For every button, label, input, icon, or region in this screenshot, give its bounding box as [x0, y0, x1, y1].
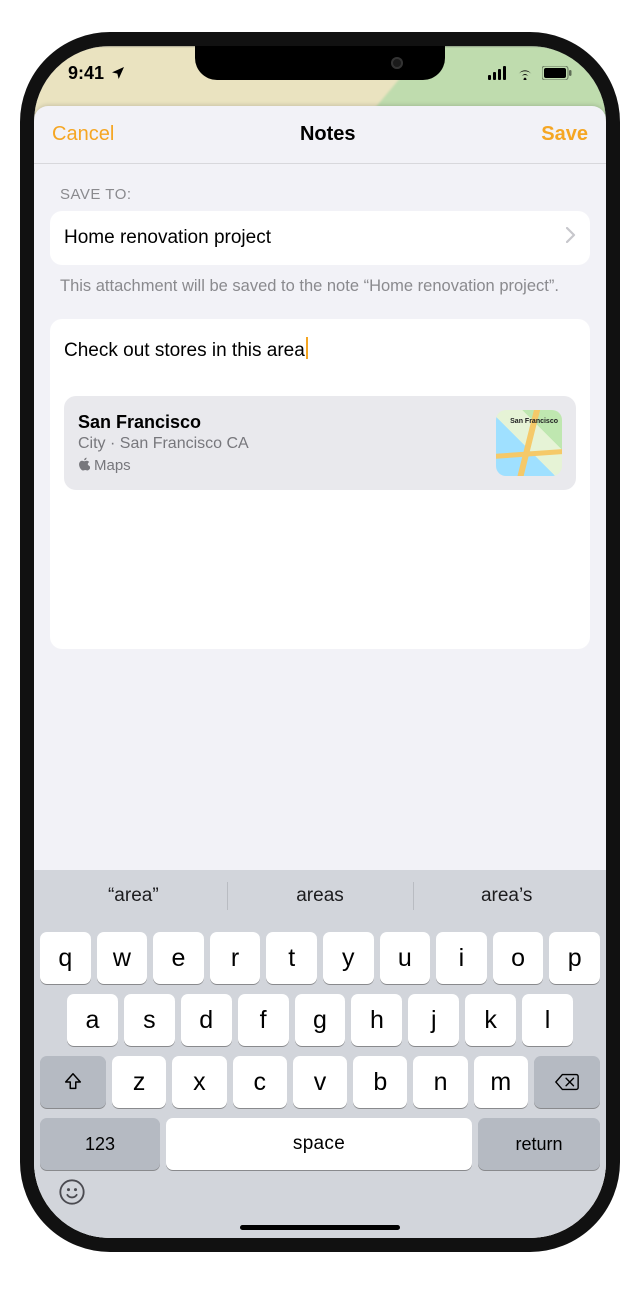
apple-logo-icon — [78, 457, 90, 475]
battery-icon — [542, 66, 572, 80]
key-m[interactable]: m — [474, 1056, 528, 1108]
prediction-3[interactable]: area’s — [413, 870, 600, 922]
note-compose-card[interactable]: Check out stores in this area San Franci… — [50, 319, 590, 649]
attachment-map-thumbnail: San Francisco — [496, 410, 562, 476]
destination-note-picker[interactable]: Home renovation project — [50, 211, 590, 265]
keyboard: “area” areas area’s q w e r t y u i o p — [34, 870, 606, 1238]
attachment-title: San Francisco — [78, 412, 249, 433]
cellular-signal-icon — [488, 66, 508, 80]
key-n[interactable]: n — [413, 1056, 467, 1108]
key-l[interactable]: l — [522, 994, 573, 1046]
chevron-right-icon — [566, 227, 576, 249]
emoji-key[interactable] — [58, 1178, 86, 1213]
home-indicator[interactable] — [240, 1225, 400, 1230]
attachment-source: Maps — [94, 457, 131, 474]
backspace-icon — [554, 1072, 580, 1092]
space-key-label: space — [293, 1133, 345, 1155]
key-d[interactable]: d — [181, 994, 232, 1046]
space-key[interactable]: space — [166, 1118, 472, 1170]
key-o[interactable]: o — [493, 932, 544, 984]
key-y[interactable]: y — [323, 932, 374, 984]
share-sheet: Cancel Notes Save SAVE TO: Home renovati… — [34, 106, 606, 1238]
destination-note-value: Home renovation project — [64, 227, 271, 249]
location-services-icon — [110, 65, 126, 81]
shift-key[interactable] — [40, 1056, 106, 1108]
save-button[interactable]: Save — [541, 123, 588, 146]
emoji-icon — [58, 1178, 86, 1206]
status-time: 9:41 — [68, 63, 104, 84]
key-j[interactable]: j — [408, 994, 459, 1046]
iphone-device-frame: 9:41 Cancel Notes — [20, 32, 620, 1252]
prediction-bar: “area” areas area’s — [40, 870, 600, 922]
key-v[interactable]: v — [293, 1056, 347, 1108]
maps-attachment-card[interactable]: San Francisco City · San Francisco CA Ma… — [64, 396, 576, 490]
key-k[interactable]: k — [465, 994, 516, 1046]
key-q[interactable]: q — [40, 932, 91, 984]
key-a[interactable]: a — [67, 994, 118, 1046]
key-z[interactable]: z — [112, 1056, 166, 1108]
return-key[interactable]: return — [478, 1118, 600, 1170]
helper-text: This attachment will be saved to the not… — [50, 265, 590, 297]
numbers-key[interactable]: 123 — [40, 1118, 160, 1170]
key-f[interactable]: f — [238, 994, 289, 1046]
keyboard-row-1: q w e r t y u i o p — [40, 932, 600, 984]
cancel-button[interactable]: Cancel — [52, 123, 114, 146]
key-w[interactable]: w — [97, 932, 148, 984]
backspace-key[interactable] — [534, 1056, 600, 1108]
sheet-title: Notes — [300, 123, 356, 146]
keyboard-row-3: z x c v b n m — [40, 1056, 600, 1108]
wifi-icon — [515, 66, 535, 80]
key-i[interactable]: i — [436, 932, 487, 984]
prediction-2[interactable]: areas — [227, 870, 414, 922]
status-bar: 9:41 — [34, 46, 606, 100]
key-h[interactable]: h — [351, 994, 402, 1046]
key-e[interactable]: e — [153, 932, 204, 984]
key-g[interactable]: g — [295, 994, 346, 1046]
key-c[interactable]: c — [233, 1056, 287, 1108]
key-x[interactable]: x — [172, 1056, 226, 1108]
key-t[interactable]: t — [266, 932, 317, 984]
thumbnail-label: San Francisco — [510, 418, 558, 425]
keyboard-row-2: a s d f g h j k l — [40, 994, 600, 1046]
key-r[interactable]: r — [210, 932, 261, 984]
key-u[interactable]: u — [380, 932, 431, 984]
shift-icon — [62, 1071, 84, 1093]
note-body-text[interactable]: Check out stores in this area — [64, 340, 305, 361]
text-caret — [306, 337, 308, 359]
key-p[interactable]: p — [549, 932, 600, 984]
save-to-label: SAVE TO: — [50, 186, 590, 211]
key-b[interactable]: b — [353, 1056, 407, 1108]
keyboard-row-4: 123 space return — [40, 1118, 600, 1170]
prediction-1[interactable]: “area” — [40, 870, 227, 922]
key-s[interactable]: s — [124, 994, 175, 1046]
attachment-subtitle: City · San Francisco CA — [78, 435, 249, 453]
sheet-navbar: Cancel Notes Save — [34, 106, 606, 164]
